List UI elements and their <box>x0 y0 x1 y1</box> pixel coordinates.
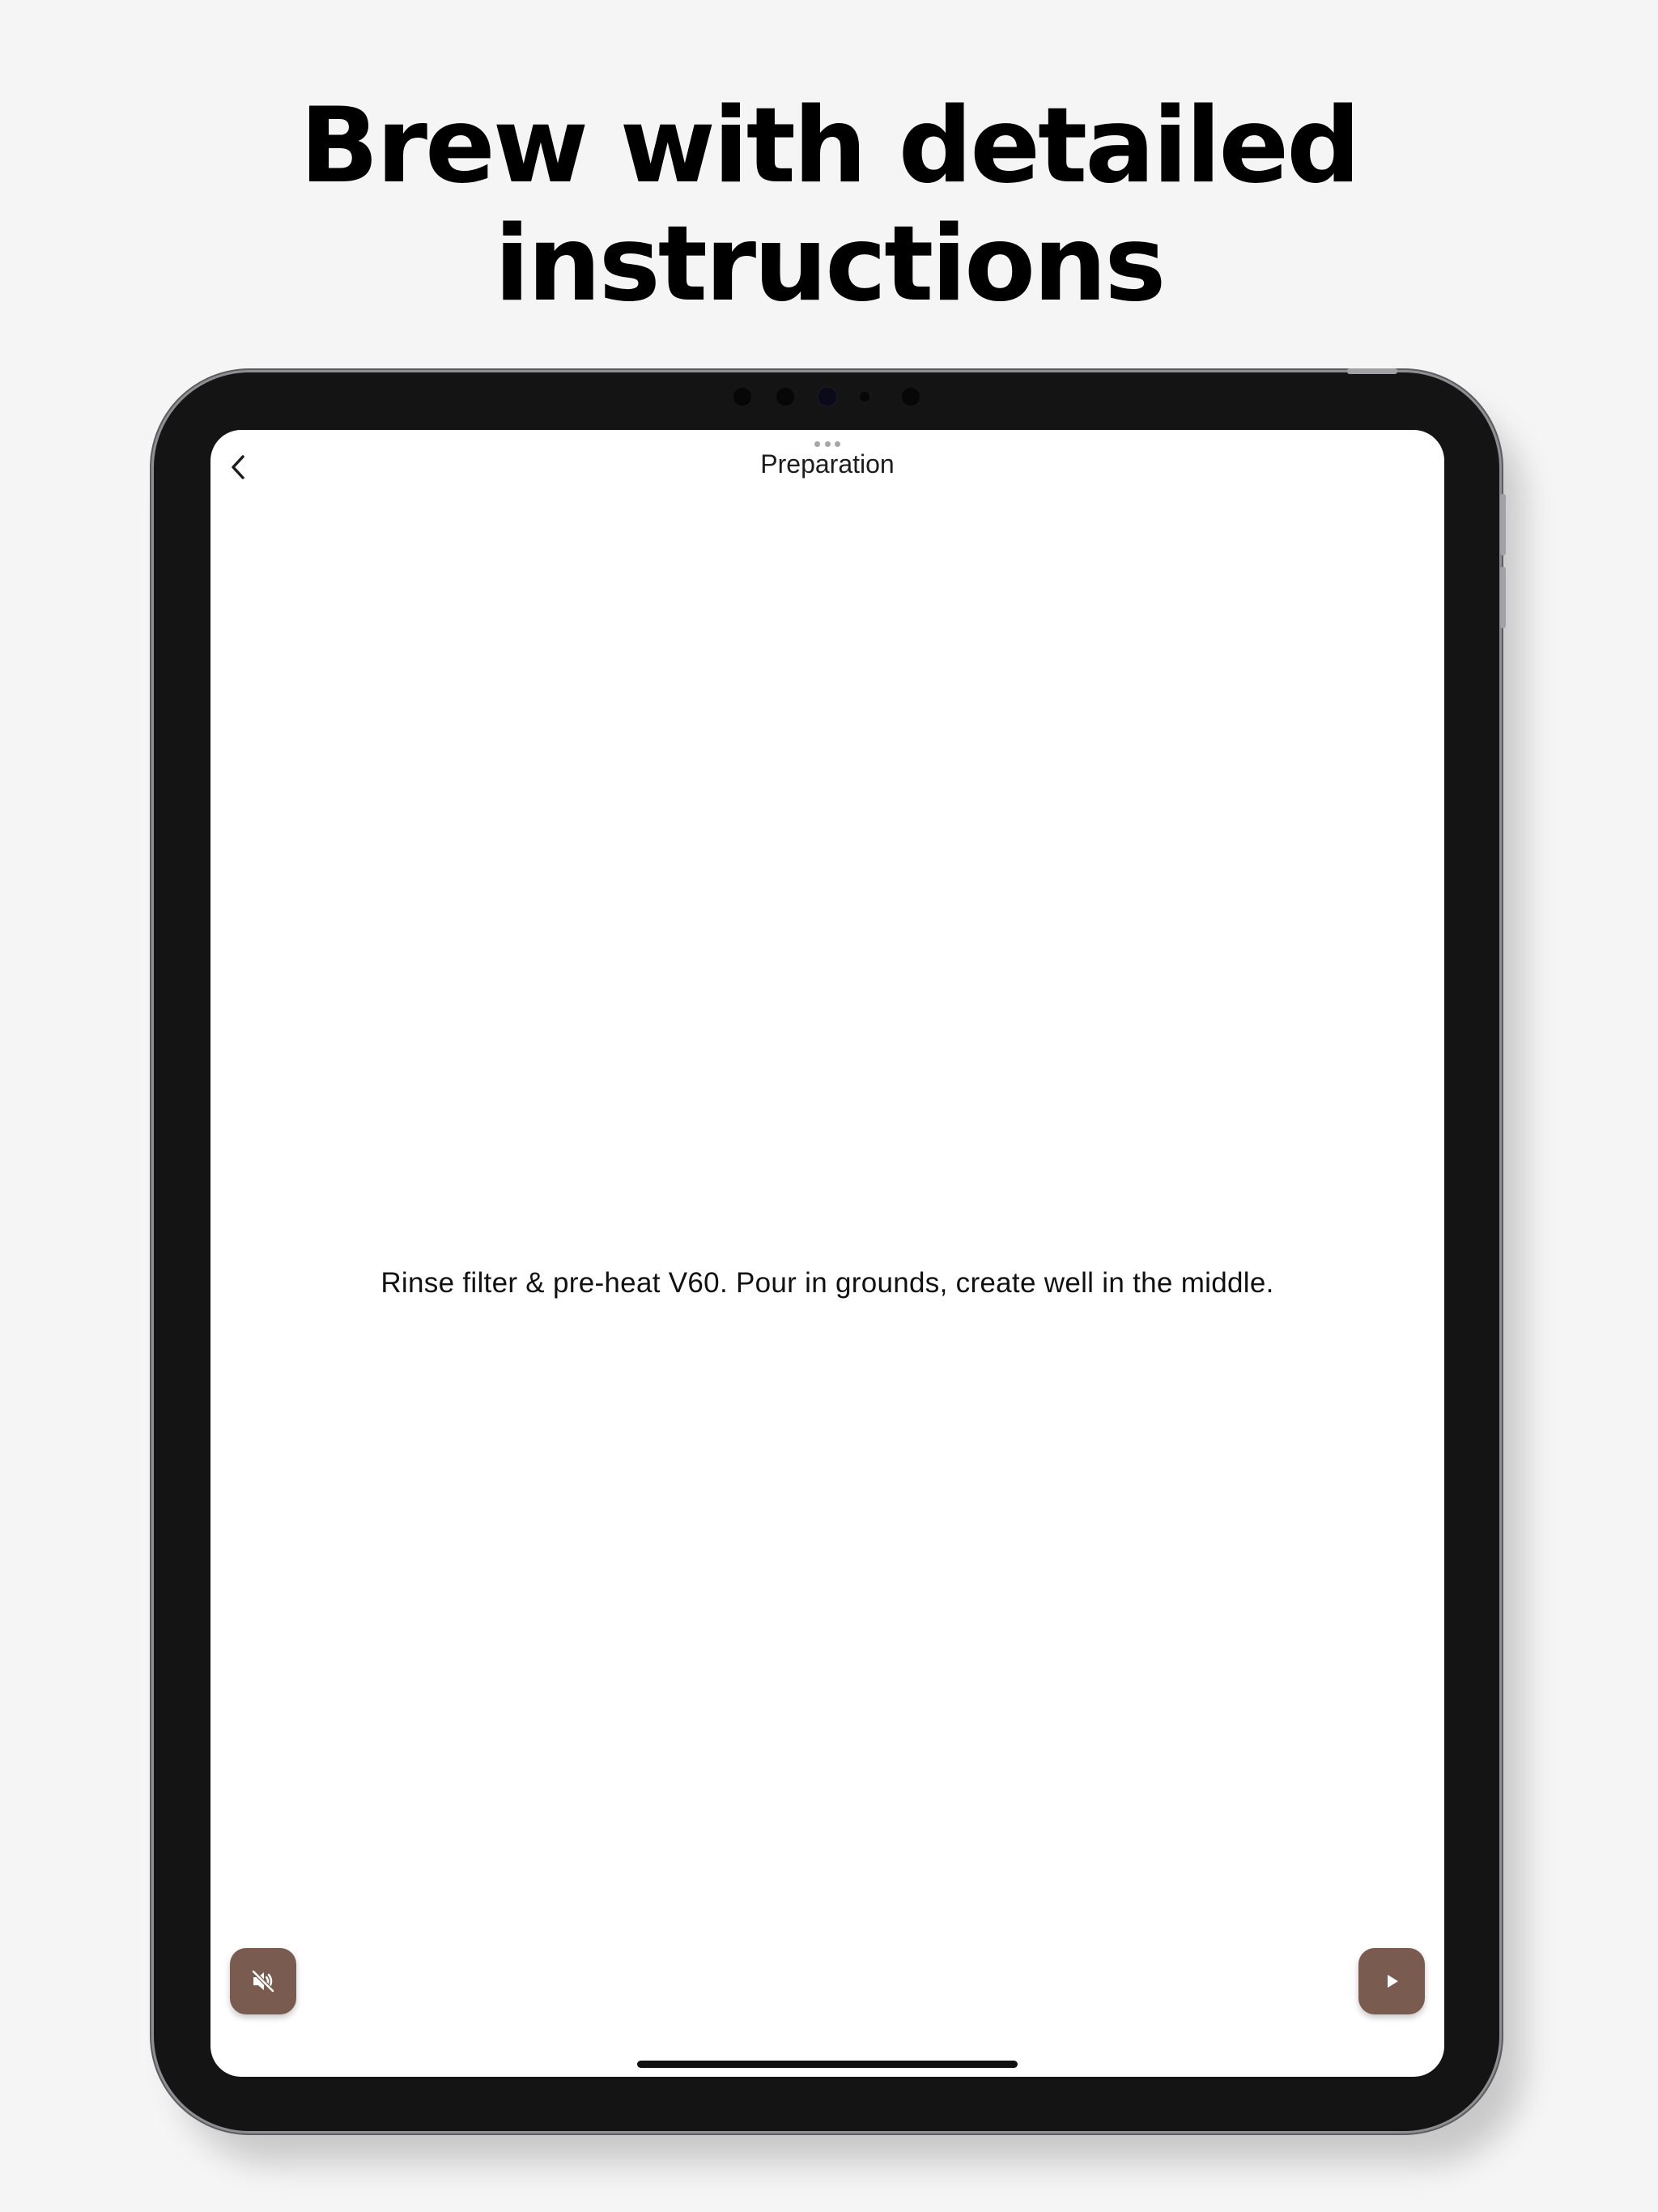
headline-line-2: instructions <box>494 204 1167 325</box>
instruction-text: Rinse filter & pre-heat V60. Pour in gro… <box>380 1267 1274 1299</box>
top-button <box>1347 368 1397 374</box>
page-title: Preparation <box>760 449 895 479</box>
volume-up-button <box>1500 494 1506 555</box>
headline-line-1: Brew with detailed <box>300 86 1360 206</box>
play-icon <box>1388 1975 1398 1988</box>
speaker-muted-icon <box>251 1969 275 1993</box>
app-screen: Preparation Rinse filter & pre-heat V60.… <box>210 430 1444 2077</box>
sheet-grabber[interactable] <box>814 441 840 448</box>
play-button[interactable] <box>1358 1948 1425 2014</box>
volume-down-button <box>1500 567 1506 628</box>
camera-sensor <box>775 386 796 407</box>
front-camera <box>817 386 838 407</box>
headline: Brew with detailed instructions <box>0 87 1658 324</box>
grabber-dot <box>814 441 820 447</box>
grabber-dot <box>824 441 831 447</box>
grabber-dot <box>835 441 840 447</box>
camera-sensor <box>900 386 921 407</box>
mute-button[interactable] <box>230 1948 296 2014</box>
home-indicator <box>637 2061 1018 2068</box>
camera-sensor <box>732 386 753 407</box>
camera-sensor <box>858 390 871 403</box>
